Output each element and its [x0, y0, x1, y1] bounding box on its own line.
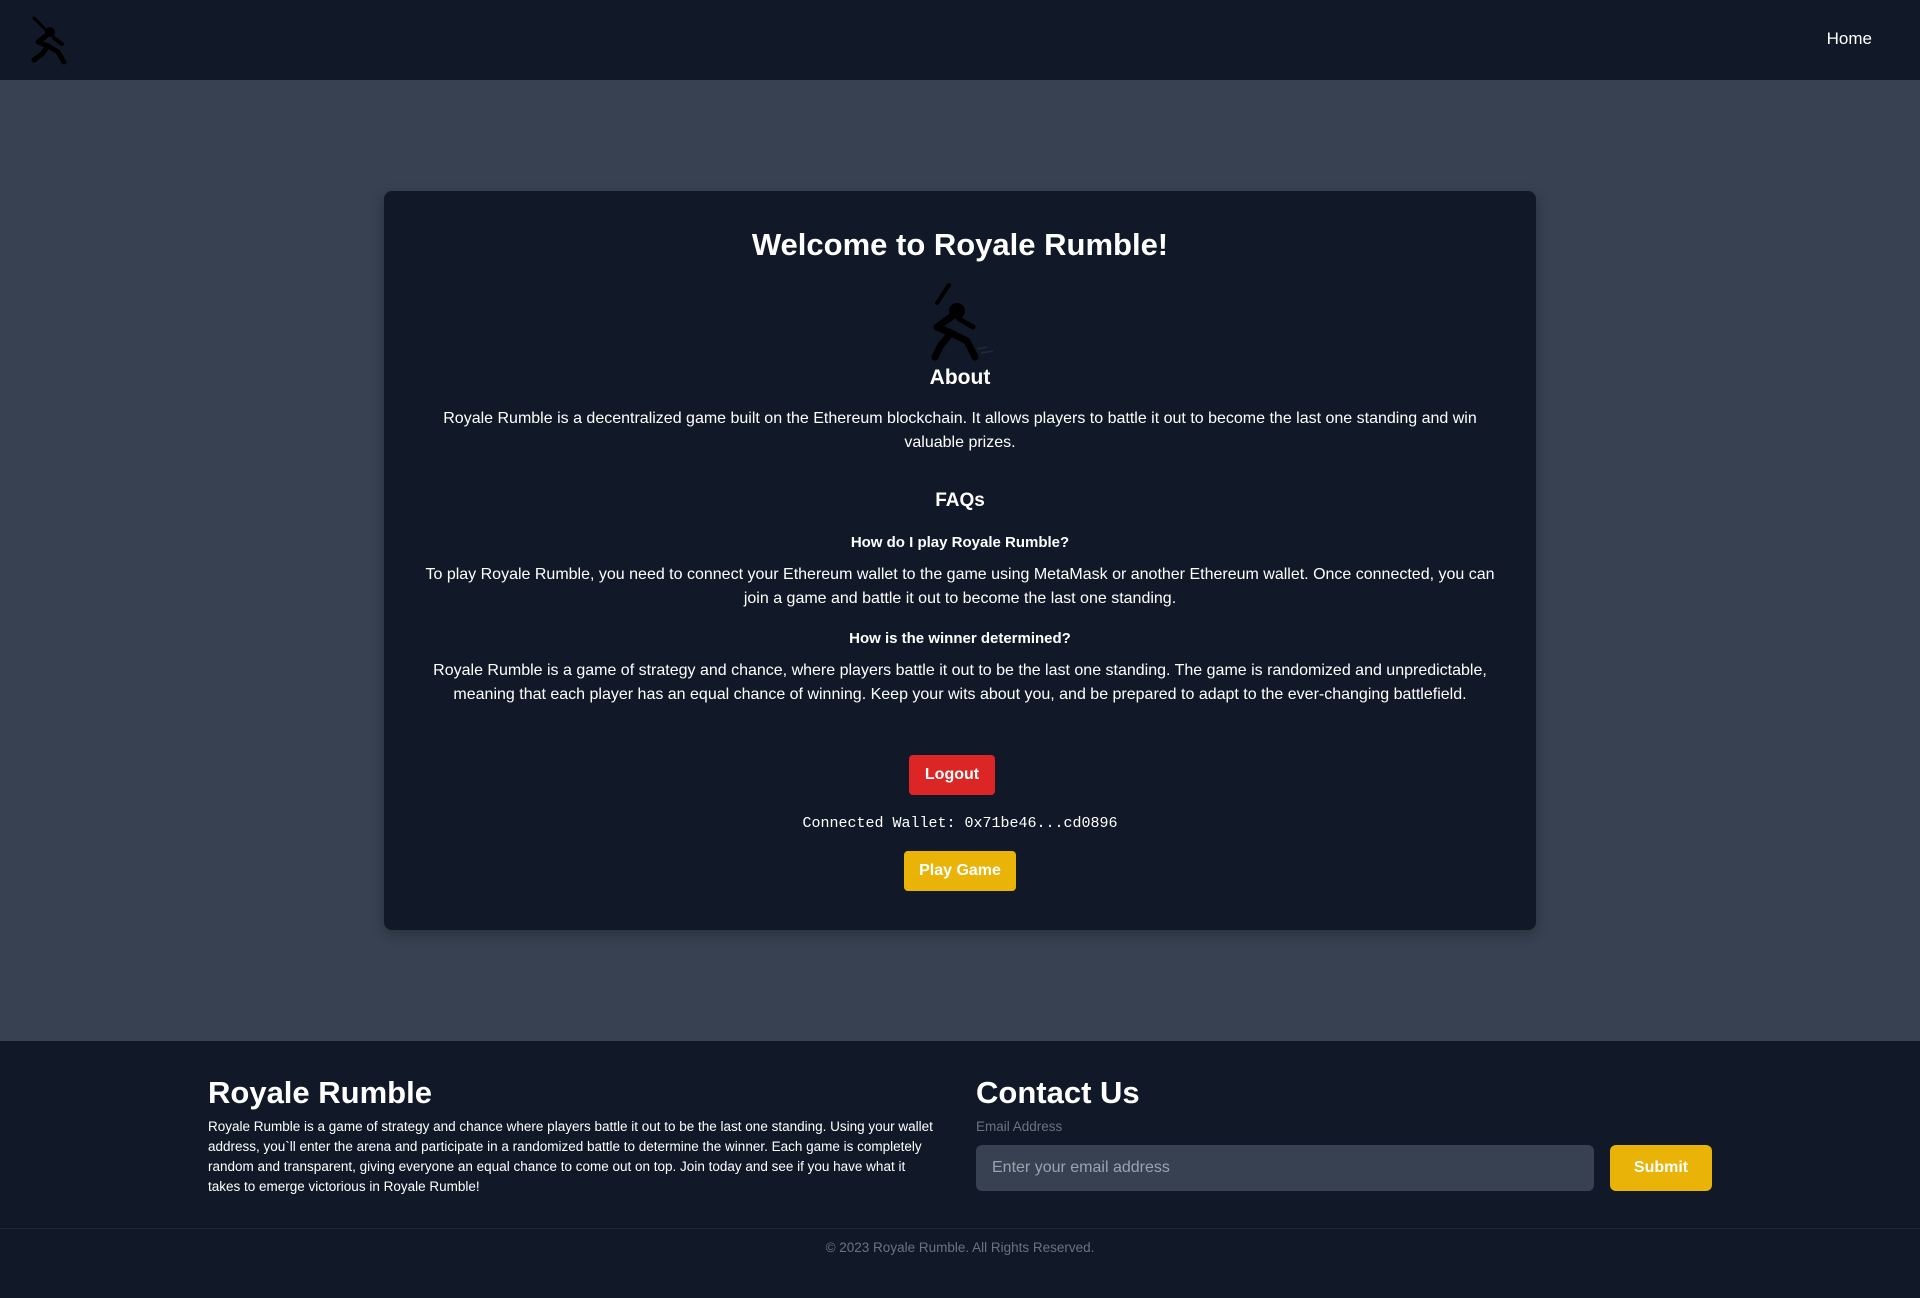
faqs-heading: FAQs — [935, 490, 985, 511]
copyright-text: © 2023 Royale Rumble. All Rights Reserve… — [825, 1240, 1095, 1255]
welcome-card: Welcome to Royale Rumble! About Royale R… — [384, 191, 1536, 930]
submit-button[interactable]: Submit — [1610, 1145, 1712, 1191]
page-title: Welcome to Royale Rumble! — [751, 227, 1169, 262]
warrior-hero-icon — [915, 283, 1005, 363]
play-game-button[interactable]: Play Game — [904, 851, 1016, 891]
faq-question: How do I play Royale Rumble? — [850, 534, 1070, 551]
faq-question: How is the winner determined? — [849, 630, 1071, 647]
nav-home-link[interactable]: Home — [1827, 29, 1872, 49]
email-label: Email Address — [976, 1119, 1063, 1134]
top-navbar: Home — [0, 0, 1920, 80]
faq-answer: To play Royale Rumble, you need to conne… — [425, 566, 1495, 607]
footer-brand-title: Royale Rumble — [208, 1075, 432, 1110]
email-input[interactable] — [976, 1145, 1594, 1191]
contact-heading: Contact Us — [976, 1075, 1140, 1110]
about-heading: About — [929, 366, 991, 389]
faq-answer: Royale Rumble is a game of strategy and … — [433, 662, 1487, 703]
connected-wallet-text: Connected Wallet: 0x71be46...cd0896 — [802, 815, 1118, 832]
footer-divider — [0, 1228, 1920, 1229]
about-text: Royale Rumble is a decentralized game bu… — [443, 410, 1477, 451]
site-footer: Royale Rumble Royale Rumble is a game of… — [0, 1041, 1920, 1298]
footer-brand-description: Royale Rumble is a game of strategy and … — [208, 1119, 933, 1194]
logout-button[interactable]: Logout — [909, 755, 995, 795]
warrior-logo-icon[interactable] — [28, 14, 72, 66]
